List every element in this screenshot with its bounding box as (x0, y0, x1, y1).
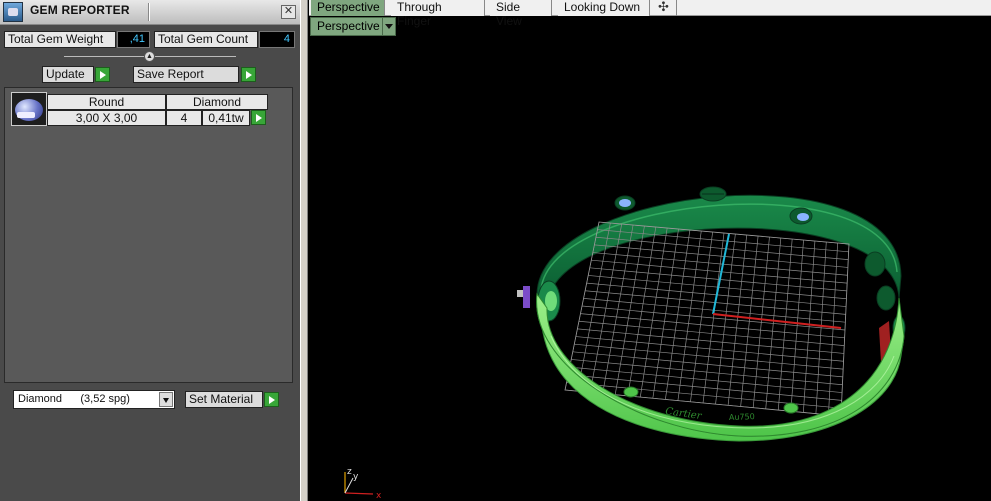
ring-front-band[interactable]: Cartier Au750 (536, 292, 905, 442)
grid-line (571, 359, 843, 386)
grid-line (575, 336, 844, 362)
construction-grid (565, 222, 849, 416)
grid-line (574, 343, 844, 370)
grid-line (715, 233, 736, 405)
update-button-label: Update (46, 67, 85, 81)
gem-size: 3,00 X 3,00 (47, 110, 166, 126)
collapse-toggle-icon[interactable]: ▲ (144, 51, 155, 62)
chevron-down-icon[interactable] (159, 392, 173, 407)
grid-line (790, 239, 804, 412)
gem-count: 4 (166, 110, 202, 126)
set-material-button[interactable]: Set Material (185, 391, 263, 408)
gem-row-go-icon[interactable] (251, 110, 266, 125)
set-material-button-label: Set Material (189, 392, 254, 406)
tab-perspective[interactable]: Perspective (311, 0, 385, 16)
update-button[interactable]: Update (42, 66, 94, 83)
set-material-go-icon[interactable] (264, 392, 279, 407)
axis-indicator: z y x (344, 467, 382, 501)
gem-list: Round Diamond 3,00 X 3,00 4 0,41tw (4, 87, 293, 383)
panel-title: GEM REPORTER (30, 3, 130, 17)
3d-viewport[interactable]: Cartier Au750 z y x (309, 36, 991, 501)
grid-line (572, 351, 843, 378)
grid-line (803, 240, 816, 413)
tab-side-view[interactable]: Side View (490, 0, 552, 28)
save-report-go-icon[interactable] (241, 67, 256, 82)
grid-line (580, 313, 845, 339)
save-report-button[interactable]: Save Report (133, 66, 239, 83)
grid-line (765, 237, 782, 409)
gem-shape: Round (47, 94, 166, 110)
gem-reporter-panel: GEM REPORTER ✕ Total Gem Weight ,41 Tota… (0, 0, 300, 501)
add-tab-icon[interactable]: ✣ (651, 0, 677, 16)
grid-line (727, 234, 748, 406)
axis-label-x: x (376, 491, 382, 501)
close-button[interactable]: ✕ (281, 5, 296, 19)
hallmark-text: Au750 (729, 412, 755, 422)
total-gem-count-value: 4 (259, 31, 295, 48)
title-separator (148, 3, 150, 21)
panel-splitter[interactable] (300, 0, 308, 501)
save-report-button-label: Save Report (137, 67, 204, 81)
axis-label-z: z (347, 467, 352, 477)
material-select-value: Diamond (3,52 spg) (18, 393, 130, 405)
material-select[interactable]: Diamond (3,52 spg) (13, 390, 175, 409)
tab-looking-down[interactable]: Looking Down (558, 0, 650, 16)
axis-label-y: y (353, 472, 359, 482)
gem-weight: 0,41tw (202, 110, 250, 126)
gem-reporter-icon (3, 2, 23, 22)
grid-line (569, 366, 843, 393)
panel-titlebar[interactable]: GEM REPORTER ✕ (0, 0, 300, 25)
total-gem-weight-label: Total Gem Weight (4, 31, 116, 48)
gem-material: Diamond (166, 94, 268, 110)
y-axis-line (712, 233, 730, 315)
gem-thumbnail[interactable] (11, 92, 47, 126)
tab-through-finger[interactable]: Through Finger (391, 0, 485, 28)
scene-canvas: Cartier Au750 z y x (344, 186, 906, 501)
view-mode-label: Perspective (317, 19, 380, 33)
grid-line (577, 328, 844, 354)
grid-line (777, 238, 793, 411)
viewport-tabbar: Perspective Through Finger Side View Loo… (309, 0, 991, 28)
total-gem-count-label: Total Gem Count (154, 31, 258, 48)
round-gem-icon (15, 99, 43, 121)
total-gem-weight-value: ,41 (117, 31, 150, 48)
chevron-down-icon[interactable] (382, 18, 395, 35)
update-go-icon[interactable] (95, 67, 110, 82)
view-mode-select[interactable]: Perspective (310, 17, 396, 36)
grid-border (564, 221, 850, 417)
